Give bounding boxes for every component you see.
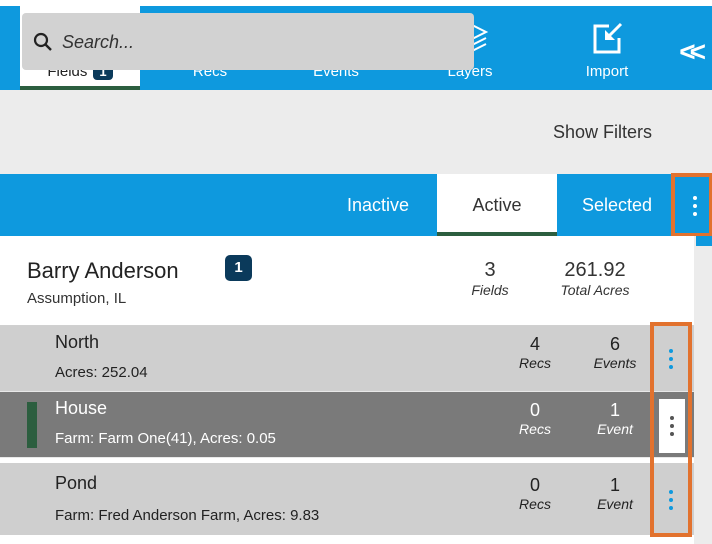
field-detail: Farm: Farm One(41), Acres: 0.05 — [55, 430, 276, 447]
customer-name: Barry Anderson — [27, 258, 179, 283]
tab-active[interactable]: Active — [437, 174, 557, 236]
import-icon — [593, 22, 623, 54]
recs-label: Recs — [519, 421, 551, 437]
tab-import[interactable]: Import — [557, 6, 657, 90]
search-input[interactable]: Search... — [22, 13, 474, 70]
recs-label: Recs — [519, 496, 551, 512]
events-label: Event — [597, 421, 633, 437]
field-name: Pond — [55, 473, 98, 493]
field-name: North — [55, 332, 100, 352]
events-count: 1 — [609, 475, 620, 495]
show-filters-link[interactable]: Show Filters — [553, 122, 652, 143]
field-detail: Acres: 252.04 — [55, 364, 148, 381]
collapse-panel-button[interactable]: << — [679, 36, 706, 68]
highlight-row-menus — [650, 322, 692, 537]
fields-count-label: Fields — [471, 282, 509, 298]
recs-count: 4 — [529, 334, 540, 354]
events-label: Event — [597, 496, 633, 512]
field-row-selected[interactable]: House Farm: Farm One(41), Acres: 0.05 0R… — [0, 392, 694, 458]
scrollbar-track[interactable] — [694, 236, 712, 544]
recs-count: 0 — [529, 400, 540, 420]
events-label: Events — [593, 355, 637, 371]
events-count: 6 — [609, 334, 620, 354]
fields-count: 3 — [484, 259, 496, 281]
tab-import-label: Import — [585, 63, 629, 80]
tab-selected[interactable]: Selected — [565, 174, 669, 236]
customer-location: Assumption, IL — [27, 290, 127, 307]
acres-stat: 261.92 Total Acres — [545, 259, 645, 298]
total-acres: 261.92 — [564, 259, 626, 281]
recs-label: Recs — [519, 355, 551, 371]
field-detail: Farm: Fred Anderson Farm, Acres: 9.83 — [55, 507, 320, 524]
events-count: 1 — [609, 400, 620, 420]
customer-selected-badge: 1 — [225, 255, 252, 281]
scrollbar-thumb[interactable] — [696, 236, 712, 246]
field-row[interactable]: North Acres: 252.04 4 Recs 6 Events — [0, 326, 694, 392]
fields-stat: 3 Fields — [460, 259, 520, 298]
search-icon — [33, 32, 52, 51]
field-name: House — [55, 398, 108, 418]
field-row[interactable]: Pond Farm: Fred Anderson Farm, Acres: 9.… — [0, 463, 694, 535]
recs-count: 0 — [529, 475, 540, 495]
tab-inactive[interactable]: Inactive — [330, 174, 426, 236]
total-acres-label: Total Acres — [560, 282, 630, 298]
search-placeholder: Search... — [62, 32, 135, 52]
selected-indicator — [27, 402, 37, 448]
highlight-filter-menu — [671, 173, 712, 237]
